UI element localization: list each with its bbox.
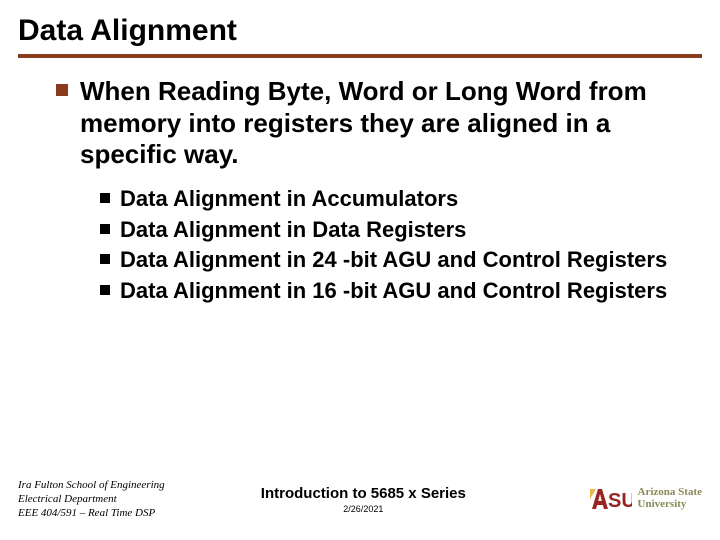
svg-text:SU: SU bbox=[608, 490, 632, 512]
sub-bullet-list: Data Alignment in Accumulators Data Alig… bbox=[36, 185, 684, 305]
footer-right: SU Arizona State University bbox=[562, 485, 702, 513]
bullet-level2-text: Data Alignment in 16 -bit AGU and Contro… bbox=[120, 277, 667, 306]
footer-left: Ira Fulton School of Engineering Electri… bbox=[18, 478, 165, 521]
footer-school: Ira Fulton School of Engineering bbox=[18, 478, 165, 492]
bullet-level2-text: Data Alignment in 24 -bit AGU and Contro… bbox=[120, 246, 667, 275]
square-bullet-icon bbox=[100, 254, 110, 264]
square-bullet-icon bbox=[100, 224, 110, 234]
bullet-level2-text: Data Alignment in Accumulators bbox=[120, 185, 458, 214]
bullet-level1-text: When Reading Byte, Word or Long Word fro… bbox=[80, 76, 684, 171]
footer-course-code: EEE 404/591 – Real Time DSP bbox=[18, 506, 165, 520]
footer-department: Electrical Department bbox=[18, 492, 165, 506]
university-name-line2: University bbox=[638, 499, 702, 511]
square-bullet-icon bbox=[100, 193, 110, 203]
slide: Data Alignment When Reading Byte, Word o… bbox=[0, 0, 720, 540]
university-name: Arizona State University bbox=[638, 487, 702, 510]
square-bullet-icon bbox=[56, 84, 68, 96]
bullet-level1: When Reading Byte, Word or Long Word fro… bbox=[36, 76, 684, 171]
square-bullet-icon bbox=[100, 285, 110, 295]
bullet-level2-text: Data Alignment in Data Registers bbox=[120, 216, 466, 245]
slide-footer: Ira Fulton School of Engineering Electri… bbox=[0, 468, 720, 530]
slide-content: When Reading Byte, Word or Long Word fro… bbox=[0, 58, 720, 306]
footer-center: Introduction to 5685 x Series 2/26/2021 bbox=[165, 485, 562, 514]
bullet-level2: Data Alignment in 24 -bit AGU and Contro… bbox=[100, 246, 684, 275]
slide-title: Data Alignment bbox=[0, 0, 720, 52]
bullet-level2: Data Alignment in Data Registers bbox=[100, 216, 684, 245]
bullet-level2: Data Alignment in Accumulators bbox=[100, 185, 684, 214]
asu-logo-icon: SU bbox=[590, 485, 632, 513]
bullet-level2: Data Alignment in 16 -bit AGU and Contro… bbox=[100, 277, 684, 306]
footer-date: 2/26/2021 bbox=[165, 504, 562, 514]
footer-course-title: Introduction to 5685 x Series bbox=[165, 485, 562, 502]
